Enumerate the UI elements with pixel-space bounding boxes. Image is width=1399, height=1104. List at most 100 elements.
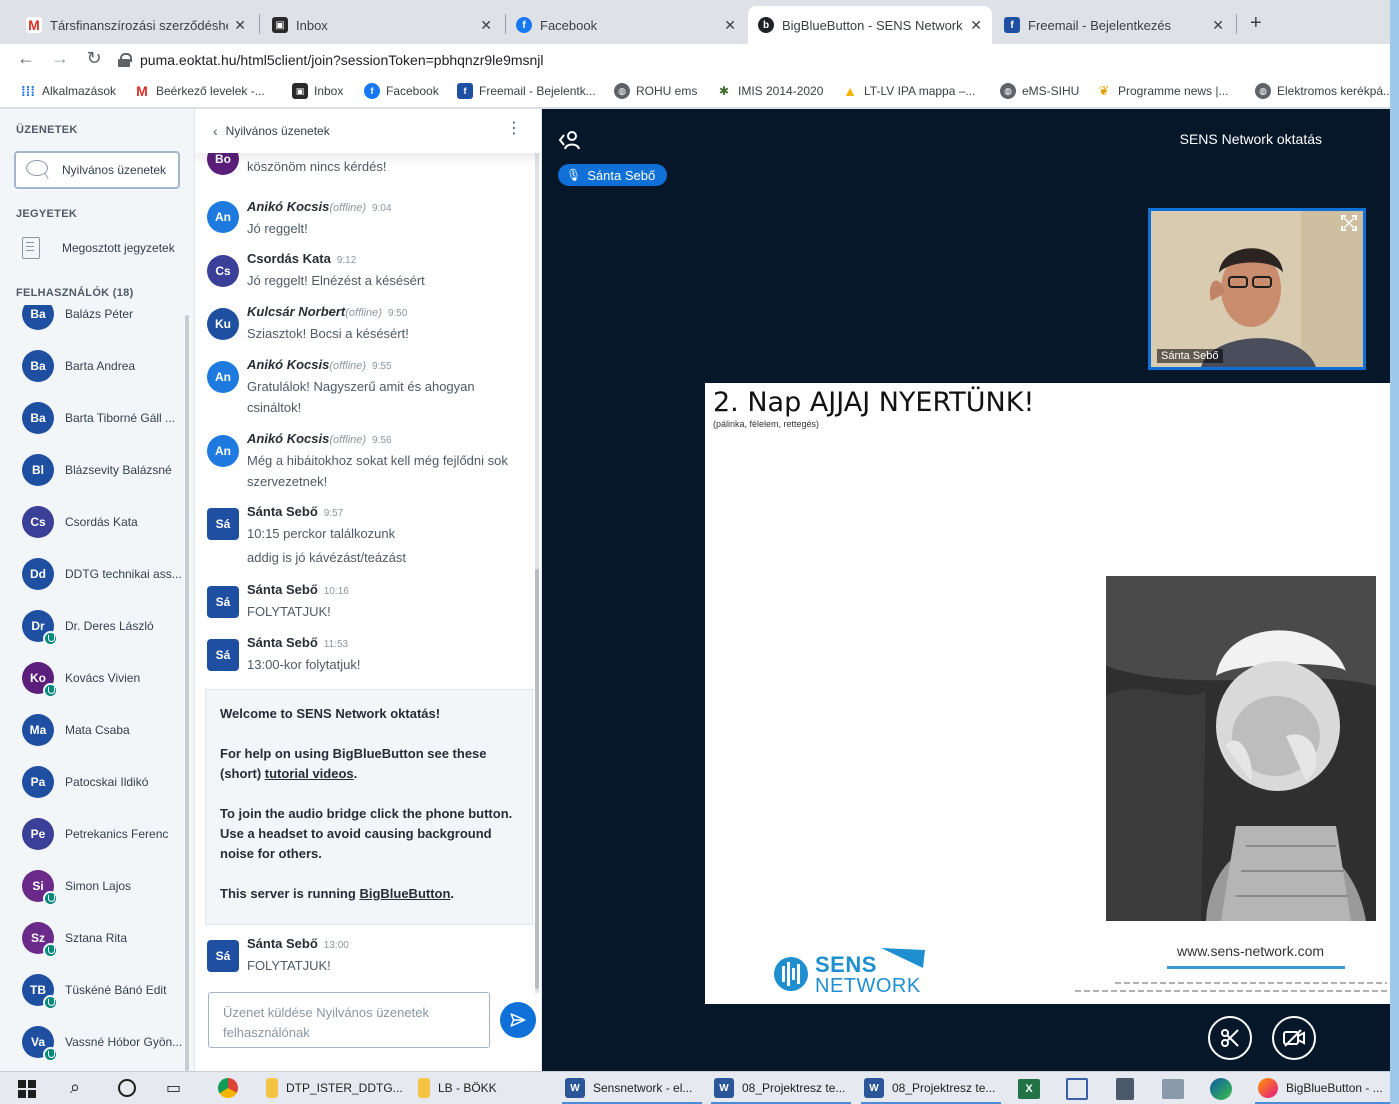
bookmark-imis[interactable]: ✱ IMIS 2014-2020 <box>716 83 823 99</box>
bookmark-ems-sihu[interactable]: ◍ eMS-SIHU <box>1000 83 1079 99</box>
taskbar-item-word-2[interactable]: W 08_Projektresz te... <box>714 1078 845 1098</box>
browser-tab-freemail[interactable]: f Freemail - Bejelentkezés ✕ <box>994 6 1234 44</box>
bookmark-freemail[interactable]: f Freemail - Bejelentk... <box>457 83 596 99</box>
bookmark-apps[interactable]: ⁞⁞⁞ Alkalmazások <box>20 83 116 99</box>
user-list-item[interactable]: Ba Barta Tiborné Gáll ... <box>0 392 185 444</box>
presentation-area: SENS Network oktatás 🎙 Sánta Sebő Sánta … <box>542 109 1390 1071</box>
edge-icon[interactable] <box>1210 1078 1232 1100</box>
toggle-userlist-button[interactable] <box>558 129 582 151</box>
taskbar-item-firefox[interactable]: BigBlueButton - ... <box>1258 1078 1383 1098</box>
slide-footnote-lines <box>1075 982 1387 992</box>
share-camera-toggle-button[interactable] <box>1208 1016 1252 1060</box>
reload-icon[interactable]: ↻ <box>82 48 106 69</box>
cortana-icon[interactable] <box>118 1079 136 1097</box>
bookmark-programme-news[interactable]: ❦ Programme news |... <box>1096 83 1229 99</box>
avatar: Va <box>22 1026 58 1062</box>
bookmark-facebook[interactable]: f Facebook <box>364 83 439 99</box>
forward-arrow-icon[interactable]: → <box>48 48 72 69</box>
shared-notes-button[interactable]: Megosztott jegyzetek <box>22 237 175 259</box>
user-list-item[interactable]: Si Simon Lajos <box>0 860 185 912</box>
app-icon[interactable] <box>1162 1079 1184 1099</box>
word-icon: W <box>714 1078 734 1098</box>
browser-tab-facebook[interactable]: f Facebook ✕ <box>506 6 746 44</box>
chat-scrollbar[interactable] <box>535 569 539 989</box>
save-icon[interactable] <box>1066 1078 1088 1100</box>
bookmark-inbox[interactable]: ▣ Inbox <box>292 83 343 99</box>
talking-indicator[interactable]: 🎙 Sánta Sebő <box>558 164 668 186</box>
taskbar-item-word-3[interactable]: W 08_Projektresz te... <box>864 1078 995 1098</box>
new-tab-button[interactable]: + <box>1250 12 1262 35</box>
public-chat-button[interactable]: Nyilvános üzenetek <box>14 151 180 189</box>
webcam-username: Sánta Sebő <box>1157 349 1223 363</box>
task-view-icon[interactable]: ▭ <box>166 1078 181 1098</box>
video-toggle-button[interactable] <box>1272 1016 1316 1060</box>
tutorial-videos-link[interactable]: tutorial videos <box>265 766 354 781</box>
bookmark-ltlv-ipa[interactable]: ▲ LT-LV IPA mappa –... <box>842 83 975 99</box>
avatar: Ba <box>22 350 54 382</box>
close-tab-icon[interactable]: ✕ <box>970 17 982 34</box>
excel-icon[interactable]: X <box>1018 1079 1040 1099</box>
user-list-item[interactable]: TB Tüskéné Bánó Edit <box>0 964 185 1016</box>
document-icon <box>22 237 40 259</box>
bookmark-elektromos[interactable]: ◍ Elektromos kerékpá... <box>1255 83 1393 99</box>
close-tab-icon[interactable]: ✕ <box>1212 17 1224 34</box>
browser-tab-bigbluebutton[interactable]: b BigBlueButton - SENS Network o ✕ <box>748 6 992 44</box>
user-list-scrollbar[interactable] <box>185 315 189 1071</box>
video-off-icon <box>1283 1029 1305 1047</box>
browser-tab-inbox[interactable]: ▣ Inbox ✕ <box>262 6 502 44</box>
user-list-panel: ÜZENETEK Nyilvános üzenetek JEGYETEK Meg… <box>0 109 195 1071</box>
presentation-slide: 2. Nap AJJAJ NYERTÜNK! (pálinka, félelem… <box>705 383 1390 1004</box>
user-list-item[interactable]: Dd DDTG technikai ass... <box>0 548 185 600</box>
user-list-item[interactable]: Ba Barta Andrea <box>0 340 185 392</box>
firefox-icon <box>1258 1078 1278 1098</box>
user-list-item[interactable]: Pa Patocskai Ildikó <box>0 756 185 808</box>
avatar: Pa <box>22 766 54 798</box>
fullscreen-icon[interactable] <box>1341 215 1357 236</box>
user-list-item[interactable]: Ma Mata Csaba <box>0 704 185 756</box>
close-tab-icon[interactable]: ✕ <box>480 17 492 34</box>
user-list-item[interactable]: Va Vassné Hóbor Gyön... <box>0 1016 185 1068</box>
sens-network-logo: SENS NETWORK <box>773 948 933 998</box>
inbox-icon: ▣ <box>272 17 288 33</box>
chat-message-input[interactable]: Üzenet küldése Nyilvános üzenetek felhas… <box>208 992 490 1048</box>
headset-icon <box>43 1047 58 1062</box>
bookmark-gmail[interactable]: M Beérkező levelek -... <box>134 83 265 99</box>
windows-taskbar: ⌕ ▭ DTP_ISTER_DDTG... LB - BÖKK W Sensne… <box>0 1071 1390 1104</box>
folder-icon <box>266 1078 278 1098</box>
user-list-item[interactable]: Sz Sztana Rita <box>0 912 185 964</box>
bookmark-rohu-ems[interactable]: ◍ ROHU ems <box>614 83 697 99</box>
taskbar-item-explorer-2[interactable]: LB - BÖKK <box>418 1078 497 1098</box>
close-tab-icon[interactable]: ✕ <box>724 17 736 34</box>
bigbluebutton-icon: b <box>758 17 774 33</box>
chevron-left-icon[interactable]: ‹ <box>213 123 218 139</box>
user-list-item[interactable]: Ba Balázs Péter <box>0 305 185 340</box>
browser-tab-gmail[interactable]: M Társfinanszírozási szerződéshez c ✕ <box>16 6 256 44</box>
url-field[interactable]: puma.eoktat.hu/html5client/join?sessionT… <box>118 47 1378 73</box>
avatar: An <box>207 201 239 233</box>
calculator-icon[interactable] <box>1116 1078 1134 1100</box>
avatar: Ba <box>22 402 54 434</box>
avatar: Cs <box>207 255 239 287</box>
taskbar-item-word-1[interactable]: W Sensnetwork - el... <box>565 1078 692 1098</box>
programme-icon: ❦ <box>1098 83 1110 98</box>
close-tab-icon[interactable]: ✕ <box>234 17 246 34</box>
user-list-item[interactable]: Pe Petrekanics Ferenc <box>0 808 185 860</box>
webcam-video[interactable]: Sánta Sebő <box>1148 208 1366 370</box>
start-button[interactable] <box>18 1080 36 1103</box>
back-arrow-icon[interactable]: ← <box>14 48 38 69</box>
bigbluebutton-link[interactable]: BigBlueButton <box>359 886 450 901</box>
avatar: Ba <box>22 305 54 330</box>
user-list-item[interactable]: Ko Kovács Vivien <box>0 652 185 704</box>
chat-title[interactable]: Nyilvános üzenetek <box>226 124 330 138</box>
avatar: Sá <box>207 940 239 972</box>
send-message-button[interactable] <box>500 1002 536 1038</box>
avatar: Bo <box>207 153 239 175</box>
user-list-item[interactable]: Dr Dr. Deres László <box>0 600 185 652</box>
more-options-icon[interactable]: ⋮ <box>506 121 522 137</box>
welcome-message: Welcome to SENS Network oktatás! For hel… <box>205 689 533 925</box>
user-list-item[interactable]: Bl Blázsevity Balázsné <box>0 444 185 496</box>
user-list-item[interactable]: Cs Csordás Kata <box>0 496 185 548</box>
search-icon[interactable]: ⌕ <box>70 1077 80 1098</box>
taskbar-item-explorer-1[interactable]: DTP_ISTER_DDTG... <box>266 1078 403 1098</box>
chrome-icon[interactable] <box>218 1078 238 1098</box>
